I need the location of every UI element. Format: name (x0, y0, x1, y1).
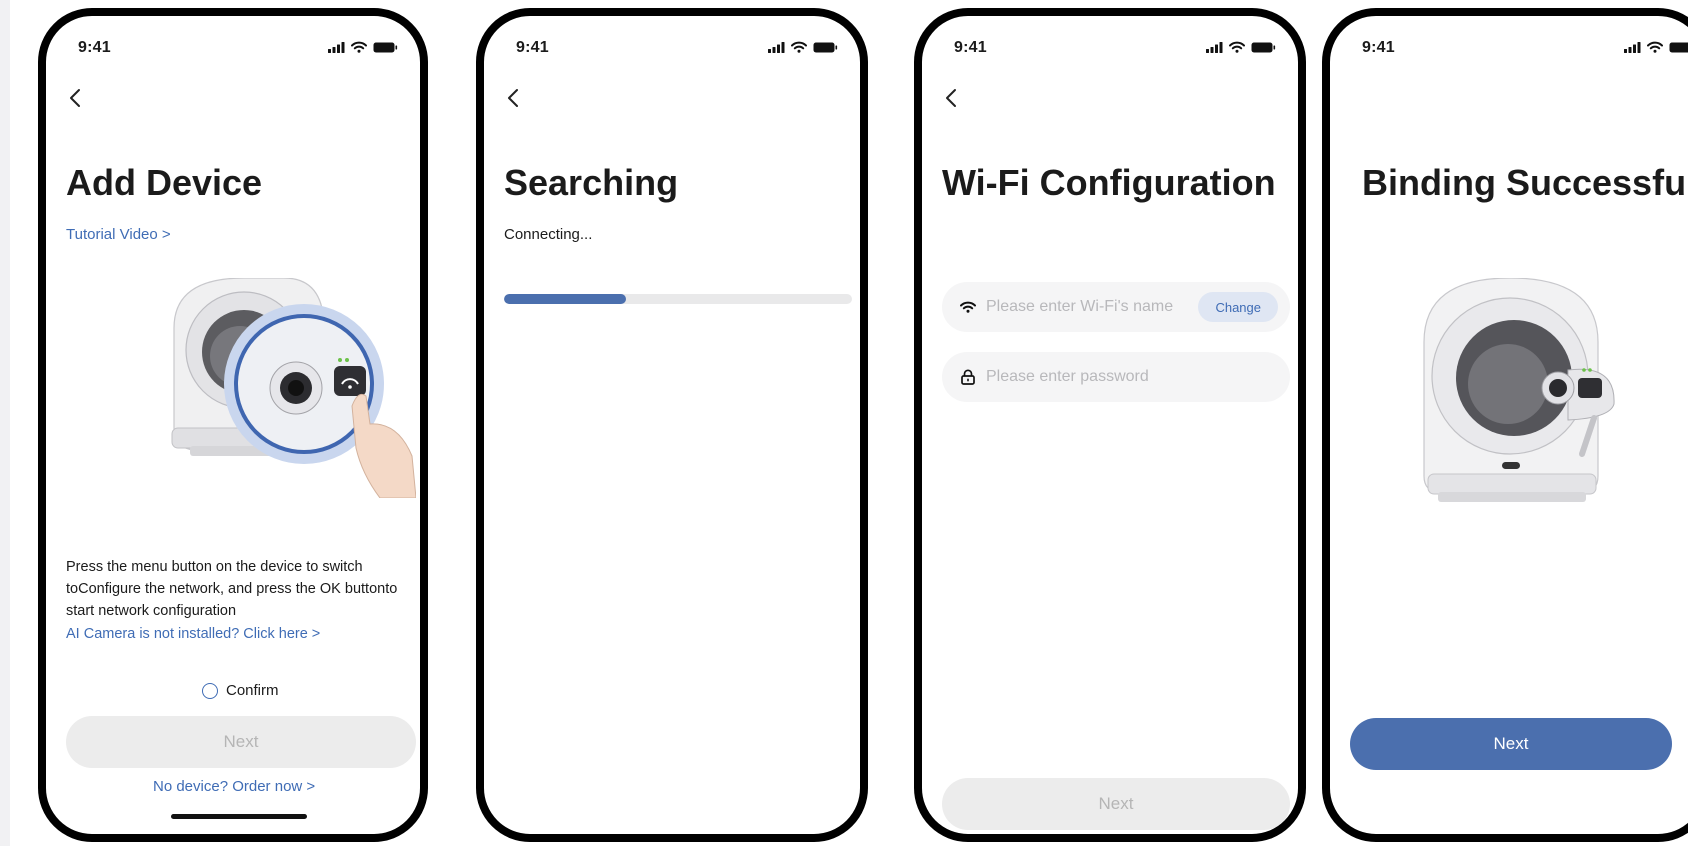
battery-icon (1669, 42, 1688, 52)
status-bar: 9:41 (922, 37, 1298, 59)
status-time: 9:41 (516, 39, 549, 56)
battery-icon (373, 42, 398, 52)
password-field[interactable]: Please enter password (942, 352, 1290, 402)
status-time: 9:41 (954, 39, 987, 56)
page-title: Searching (504, 162, 679, 203)
phone-add-device: 9:41 Add Device Tutorial Video > Press t… (38, 8, 428, 842)
wifi-icon (1229, 41, 1245, 53)
tutorial-video-link[interactable]: Tutorial Video > (66, 226, 171, 243)
wifi-name-input[interactable]: Please enter Wi-Fi's name (986, 298, 1198, 316)
status-bar: 9:41 (46, 37, 420, 59)
wifi-icon (1647, 41, 1663, 53)
next-button[interactable]: Next (942, 778, 1290, 830)
page-title: Wi-Fi Configuration (942, 162, 1276, 203)
radio-icon[interactable] (202, 682, 218, 699)
back-chevron-icon[interactable] (62, 84, 90, 112)
signal-icon (768, 41, 785, 53)
wifi-icon (791, 41, 807, 53)
canvas: 9:41 Add Device Tutorial Video > Press t… (10, 0, 1688, 846)
next-button[interactable]: Next (66, 716, 416, 768)
order-now-link[interactable]: No device? Order now > (153, 778, 315, 795)
back-chevron-icon[interactable] (938, 84, 966, 112)
password-input[interactable]: Please enter password (986, 368, 1290, 386)
search-progress-fill (504, 294, 626, 304)
status-time: 9:41 (1362, 39, 1395, 56)
signal-icon (1624, 41, 1641, 53)
status-bar: 9:41 (1330, 37, 1688, 59)
signal-icon (328, 41, 345, 53)
status-icons (328, 41, 398, 53)
page-title: Add Device (66, 162, 263, 203)
connecting-status: Connecting... (504, 226, 593, 243)
home-indicator (171, 814, 307, 819)
phone-searching: 9:41 Searching Connecting... (476, 8, 868, 842)
status-icons (1624, 41, 1688, 53)
battery-icon (813, 42, 838, 52)
status-time: 9:41 (78, 39, 111, 56)
back-chevron-icon[interactable] (500, 84, 528, 112)
change-wifi-button[interactable]: Change (1198, 292, 1278, 322)
phone-wifi-config: 9:41 Wi-Fi Configuration Please enter Wi… (914, 8, 1306, 842)
status-bar: 9:41 (484, 37, 860, 59)
instruction-text: Press the menu button on the device to s… (66, 559, 398, 619)
wifi-icon (351, 41, 367, 53)
signal-icon (1206, 41, 1223, 53)
wifi-icon (958, 297, 978, 317)
camera-not-installed-link[interactable]: AI Camera is not installed? Click here > (66, 626, 320, 642)
phone-binding-successful: 9:41 Binding Successful Next (1322, 8, 1688, 842)
confirm-checkbox[interactable]: Confirm (202, 682, 279, 699)
device-camera-illustration (171, 278, 416, 498)
search-progress-bar (504, 294, 852, 304)
wifi-name-field[interactable]: Please enter Wi-Fi's name Change (942, 282, 1290, 332)
status-icons (1206, 41, 1276, 53)
lock-icon (958, 367, 978, 387)
confirm-label: Confirm (226, 682, 279, 699)
page-title: Binding Successful (1362, 162, 1688, 203)
device-illustration (1423, 278, 1615, 502)
status-icons (768, 41, 838, 53)
battery-icon (1251, 42, 1276, 52)
next-button[interactable]: Next (1350, 718, 1672, 770)
